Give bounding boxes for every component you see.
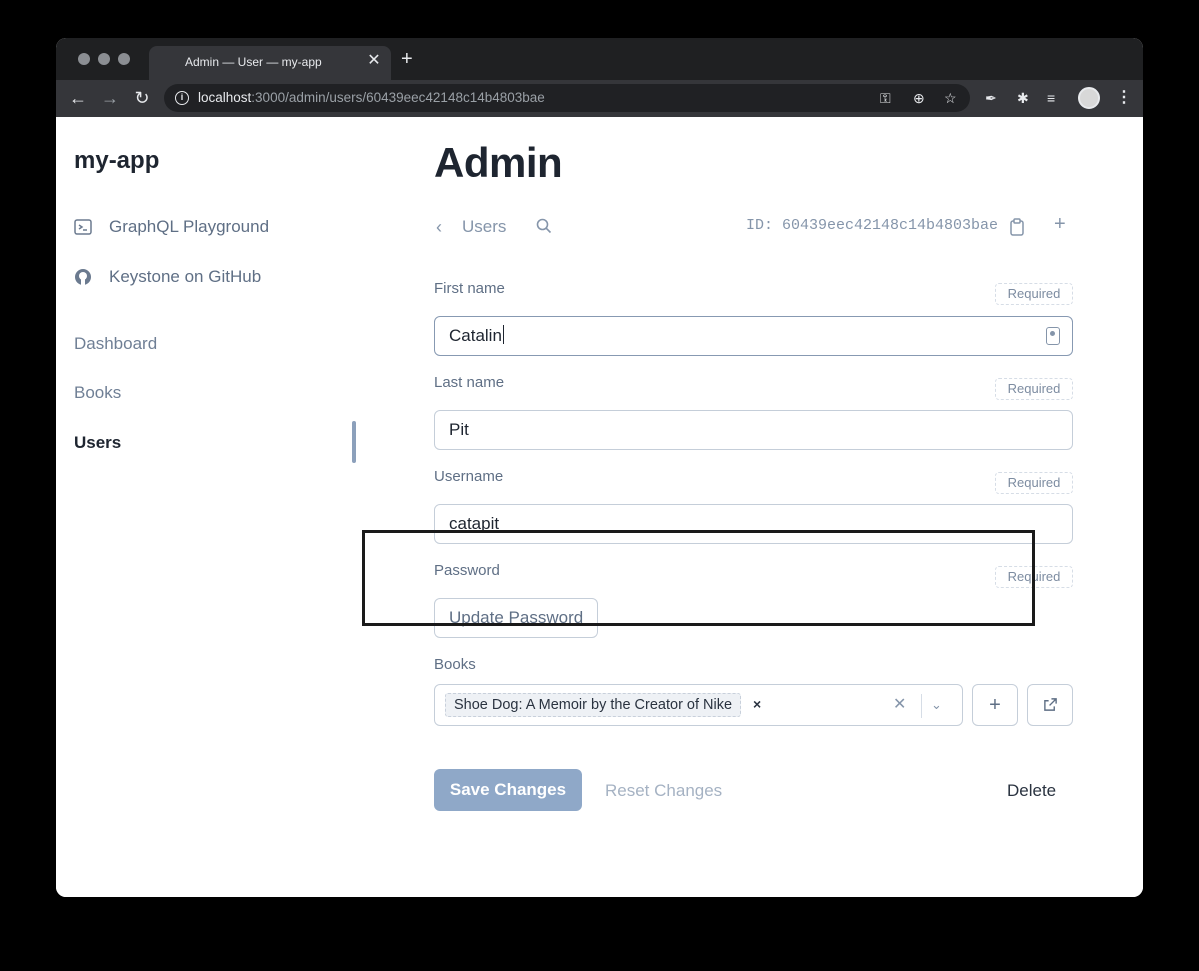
zoom-icon[interactable]: ⊕ <box>913 89 925 107</box>
remove-book-icon[interactable]: × <box>753 693 761 715</box>
tab-close-icon[interactable]: ✕ <box>365 52 383 70</box>
browser-menu-icon[interactable]: ⋮ <box>1116 87 1132 109</box>
site-info-icon[interactable]: i <box>175 91 189 105</box>
extensions-puzzle-icon[interactable]: ✱ <box>1017 89 1029 107</box>
keystone-github-label: Keystone on GitHub <box>109 267 262 286</box>
sidebar: my-app GraphQL Playground Keystone on Gi… <box>56 117 356 897</box>
back-arrow-icon[interactable]: ← <box>67 87 89 109</box>
app-content: my-app GraphQL Playground Keystone on Gi… <box>56 117 1143 897</box>
last-name-value: Pit <box>449 420 469 439</box>
active-nav-indicator <box>352 421 356 463</box>
required-badge: Required <box>995 283 1073 305</box>
required-badge: Required <box>995 378 1073 400</box>
chevron-left-icon[interactable]: ‹ <box>436 217 442 238</box>
item-id: ID: 60439eec42148c14b4803bae <box>746 217 999 234</box>
bookmark-star-icon[interactable]: ☆ <box>944 89 957 107</box>
tab-title: Admin — User — my-app <box>185 55 322 69</box>
close-window-button[interactable] <box>78 53 90 65</box>
selected-book-chip: Shoe Dog: A Memoir by the Creator of Nik… <box>445 693 742 717</box>
url-text: localhost:3000/admin/users/60439eec42148… <box>198 90 545 105</box>
minimize-window-button[interactable] <box>98 53 110 65</box>
create-item-plus-icon[interactable]: + <box>1054 213 1066 236</box>
last-name-label: Last name <box>434 374 505 391</box>
text-caret <box>502 325 504 344</box>
tab-strip: Admin — User — my-app ✕ + <box>56 38 1143 80</box>
selected-book-label: Shoe Dog: A Memoir by the Creator of Nik… <box>454 697 733 713</box>
first-name-value: Catalin <box>449 326 502 345</box>
last-name-input[interactable]: Pit <box>434 410 1073 450</box>
address-bar[interactable]: i localhost:3000/admin/users/60439eec421… <box>164 84 970 112</box>
graphql-playground-link[interactable]: GraphQL Playground <box>74 217 269 237</box>
required-badge: Required <box>995 472 1073 494</box>
page-title: Admin <box>434 139 563 186</box>
media-control-icon[interactable]: ≡ <box>1047 89 1055 107</box>
browser-tab[interactable]: Admin — User — my-app ✕ <box>149 46 391 80</box>
key-icon[interactable]: ⚿ <box>880 89 891 107</box>
app-brand[interactable]: my-app <box>74 147 159 175</box>
first-name-input[interactable]: Catalin <box>434 316 1073 356</box>
clear-selection-icon[interactable]: ✕ <box>893 695 906 715</box>
keystone-github-link[interactable]: Keystone on GitHub <box>74 267 261 287</box>
sidebar-item-users[interactable]: Users <box>74 433 121 453</box>
books-label: Books <box>434 656 476 673</box>
autofill-contact-icon[interactable] <box>1046 327 1060 345</box>
browser-toolbar: ← → ↻ i localhost:3000/admin/users/60439… <box>56 80 1143 117</box>
open-book-button[interactable] <box>1027 684 1073 726</box>
clipboard-icon[interactable] <box>1010 218 1024 236</box>
chevron-down-icon[interactable]: ⌄ <box>931 695 942 715</box>
select-separator <box>921 694 922 718</box>
create-book-button[interactable]: + <box>972 684 1018 726</box>
save-changes-button[interactable]: Save Changes <box>434 769 582 811</box>
reset-changes-button[interactable]: Reset Changes <box>605 781 722 801</box>
books-field-highlight <box>362 530 1035 626</box>
terminal-icon <box>74 219 92 235</box>
graphql-playground-label: GraphQL Playground <box>109 217 270 236</box>
extension-feather-icon[interactable]: ✒ <box>985 89 997 107</box>
delete-button[interactable]: Delete <box>1007 781 1056 801</box>
reload-icon[interactable]: ↻ <box>131 87 153 109</box>
github-icon <box>75 269 91 285</box>
first-name-label: First name <box>434 280 505 297</box>
new-tab-button[interactable]: + <box>401 49 413 69</box>
search-icon[interactable] <box>536 218 552 234</box>
forward-arrow-icon[interactable]: → <box>99 87 121 109</box>
username-label: Username <box>434 468 504 485</box>
books-relationship-select[interactable]: Shoe Dog: A Memoir by the Creator of Nik… <box>434 684 963 726</box>
sidebar-item-dashboard[interactable]: Dashboard <box>74 334 157 354</box>
profile-avatar[interactable] <box>1078 87 1100 109</box>
breadcrumb-users[interactable]: Users <box>462 217 506 237</box>
maximize-window-button[interactable] <box>118 53 130 65</box>
sidebar-item-books[interactable]: Books <box>74 383 121 403</box>
external-link-icon <box>1043 698 1057 711</box>
browser-window: Admin — User — my-app ✕ + ← → ↻ i localh… <box>56 38 1143 897</box>
